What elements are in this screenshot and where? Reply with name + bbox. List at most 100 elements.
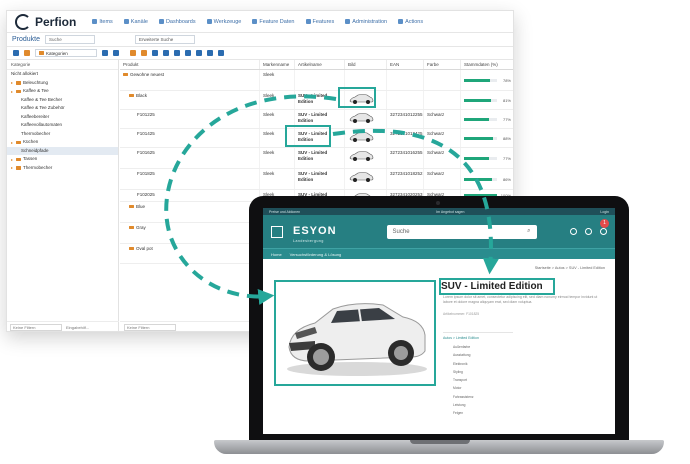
- shop-search-input[interactable]: Suche ⌕: [386, 224, 537, 239]
- shop-top-mid[interactable]: Im Angebot sagen: [436, 210, 464, 214]
- menu-channels[interactable]: Kanäle: [123, 19, 148, 25]
- menu-actions[interactable]: Actions: [398, 19, 423, 25]
- perfion-logo-icon: [15, 13, 31, 30]
- table-row[interactable]: F101625 Sleek SUV - Limited Edition 3272341…: [120, 148, 513, 169]
- columns-icon[interactable]: [152, 50, 158, 56]
- list-view-icon[interactable]: [102, 50, 108, 56]
- attribute-item[interactable]: Leistung: [453, 401, 523, 409]
- tree-item[interactable]: Kaffeevollautomaten: [7, 121, 118, 130]
- attribute-item[interactable]: Styling: [453, 368, 523, 376]
- progress-value: 77%: [502, 155, 511, 161]
- cart-badge: 1: [600, 219, 609, 228]
- progress-fill: [464, 136, 494, 140]
- category-select[interactable]: Kategorien: [35, 49, 97, 57]
- attributes-header[interactable]: Autos > Limited Edition: [443, 332, 513, 340]
- attribute-item[interactable]: Elektronik: [453, 360, 523, 368]
- attribute-item[interactable]: Fahrassistenz: [453, 393, 523, 401]
- chevron-right-icon[interactable]: ▸: [11, 140, 14, 144]
- cell-completeness: 86%: [461, 169, 513, 189]
- column-header[interactable]: Farbe: [424, 60, 461, 69]
- progress-fill: [464, 117, 490, 121]
- search-icon[interactable]: ⌕: [527, 228, 530, 235]
- tree-item[interactable]: Kaffee & Tee Becher: [7, 96, 118, 105]
- tree-item[interactable]: Kaffee & Tee Zubehör: [7, 104, 118, 113]
- chevron-right-icon[interactable]: ▸: [11, 81, 14, 85]
- user-icon[interactable]: [585, 228, 592, 235]
- folder-icon: [16, 140, 21, 144]
- settings-icon[interactable]: [570, 228, 577, 235]
- chevron-right-icon[interactable]: ▸: [11, 157, 14, 161]
- shop-logo[interactable]: ESYON Landesbergung: [293, 221, 337, 243]
- cell-brand: Sleek: [260, 91, 295, 109]
- tree-item[interactable]: Kaffeebereiter: [7, 113, 118, 122]
- tree-item[interactable]: ▸ Thermobecher: [7, 164, 118, 173]
- table-row[interactable]: Gewohne neuest Sleek 78%: [120, 70, 513, 91]
- attribute-item[interactable]: Außenfarbe: [453, 343, 523, 351]
- car-thumbnail[interactable]: [348, 112, 374, 124]
- filter-list-icon[interactable]: [174, 50, 180, 56]
- filter-icon[interactable]: [196, 50, 202, 56]
- car-thumbnail[interactable]: [348, 131, 374, 143]
- category-tree: Kategorie Nicht allokiert ▸ Beleuchtung ▸ Ka…: [7, 60, 119, 331]
- sort-icon[interactable]: [163, 50, 169, 56]
- tree-item-label: Thermobecher: [21, 130, 51, 136]
- globe-icon[interactable]: [207, 50, 213, 56]
- attribute-item[interactable]: Motor: [453, 384, 523, 392]
- tree-item[interactable]: ▸ Kaffee & Tee: [7, 87, 118, 96]
- tree-item[interactable]: Thermobecher: [7, 130, 118, 139]
- menu-items[interactable]: Items: [92, 19, 113, 25]
- nav-home[interactable]: Home: [271, 252, 282, 257]
- menu-feature-data[interactable]: Feature Daten: [252, 19, 295, 25]
- chart-icon[interactable]: [185, 50, 191, 56]
- table-row[interactable]: F101825 Sleek SUV - Limited Edition 3272341…: [120, 169, 513, 190]
- column-header[interactable]: Produkt: [120, 60, 260, 69]
- expand-icon[interactable]: [13, 50, 19, 56]
- extended-search-button[interactable]: Erweiterte Suche: [135, 35, 196, 44]
- tree-item[interactable]: Schneidpfade: [7, 146, 118, 155]
- attribute-item[interactable]: Ausstattung: [453, 351, 523, 359]
- shop-login-link[interactable]: Login: [600, 210, 609, 214]
- column-header[interactable]: EAN: [387, 60, 424, 69]
- grid-filter-input[interactable]: Keine Filtern: [124, 324, 176, 331]
- cell-color: Schwarz: [424, 169, 461, 189]
- cart-icon[interactable]: [600, 228, 607, 235]
- attribute-item[interactable]: Transport: [453, 376, 523, 384]
- shop-top-left[interactable]: Preise und Aktionen: [269, 210, 300, 214]
- menu-dashboards[interactable]: Dashboards: [158, 19, 196, 25]
- menu-tools[interactable]: Werkzeuge: [206, 19, 241, 25]
- car-thumbnail[interactable]: [348, 171, 374, 183]
- folder-icon[interactable]: [24, 50, 30, 56]
- shop-header-icons: [570, 228, 607, 235]
- menu-administration[interactable]: Administration: [345, 19, 387, 25]
- tree-item[interactable]: ▸ Tassen: [7, 155, 118, 164]
- column-header[interactable]: Artikelname: [295, 60, 345, 69]
- tree-footer-text[interactable]: Eingabehilf...: [66, 325, 89, 330]
- table-row[interactable]: Black Sleek SUV - Limited Edition 81%: [120, 91, 513, 110]
- tree-item[interactable]: ▸ Küchen: [7, 138, 118, 147]
- folder-add-icon[interactable]: [130, 50, 136, 56]
- split-view-icon[interactable]: [113, 50, 119, 56]
- column-header[interactable]: Markenname: [260, 60, 295, 69]
- esyon-logo-icon[interactable]: [271, 225, 283, 238]
- column-header[interactable]: Bild: [345, 60, 387, 69]
- product-name: Oval pot: [136, 246, 153, 251]
- cell-completeness: 77%: [461, 110, 513, 128]
- menu-features[interactable]: Features: [305, 19, 334, 25]
- search-input[interactable]: Suche: [45, 35, 96, 44]
- folder-open-icon[interactable]: [141, 50, 147, 56]
- tree-item[interactable]: Nicht allokiert: [7, 70, 118, 79]
- tree-item[interactable]: ▸ Beleuchtung: [7, 79, 118, 88]
- perfion-logo[interactable]: Perfion: [15, 13, 76, 30]
- nav-solutions[interactable]: Versuchsförderung & Lösung: [290, 252, 342, 257]
- car-thumbnail[interactable]: [348, 150, 374, 162]
- channel-icon: [123, 19, 129, 24]
- attribute-item[interactable]: Felgen: [453, 409, 523, 417]
- column-header[interactable]: Stammdaten (%): [461, 60, 513, 69]
- chevron-right-icon[interactable]: ▸: [11, 166, 14, 170]
- tree-item-label: Kaffee & Tee: [23, 88, 49, 93]
- tab-products[interactable]: Produkte: [7, 36, 45, 43]
- settings-icon[interactable]: [218, 50, 224, 56]
- chevron-right-icon[interactable]: ▸: [11, 89, 14, 93]
- tree-filter-input[interactable]: Keine Filtern: [10, 324, 62, 331]
- breadcrumb[interactable]: Startseite > Autos > SUV - Limited Editi…: [535, 266, 605, 270]
